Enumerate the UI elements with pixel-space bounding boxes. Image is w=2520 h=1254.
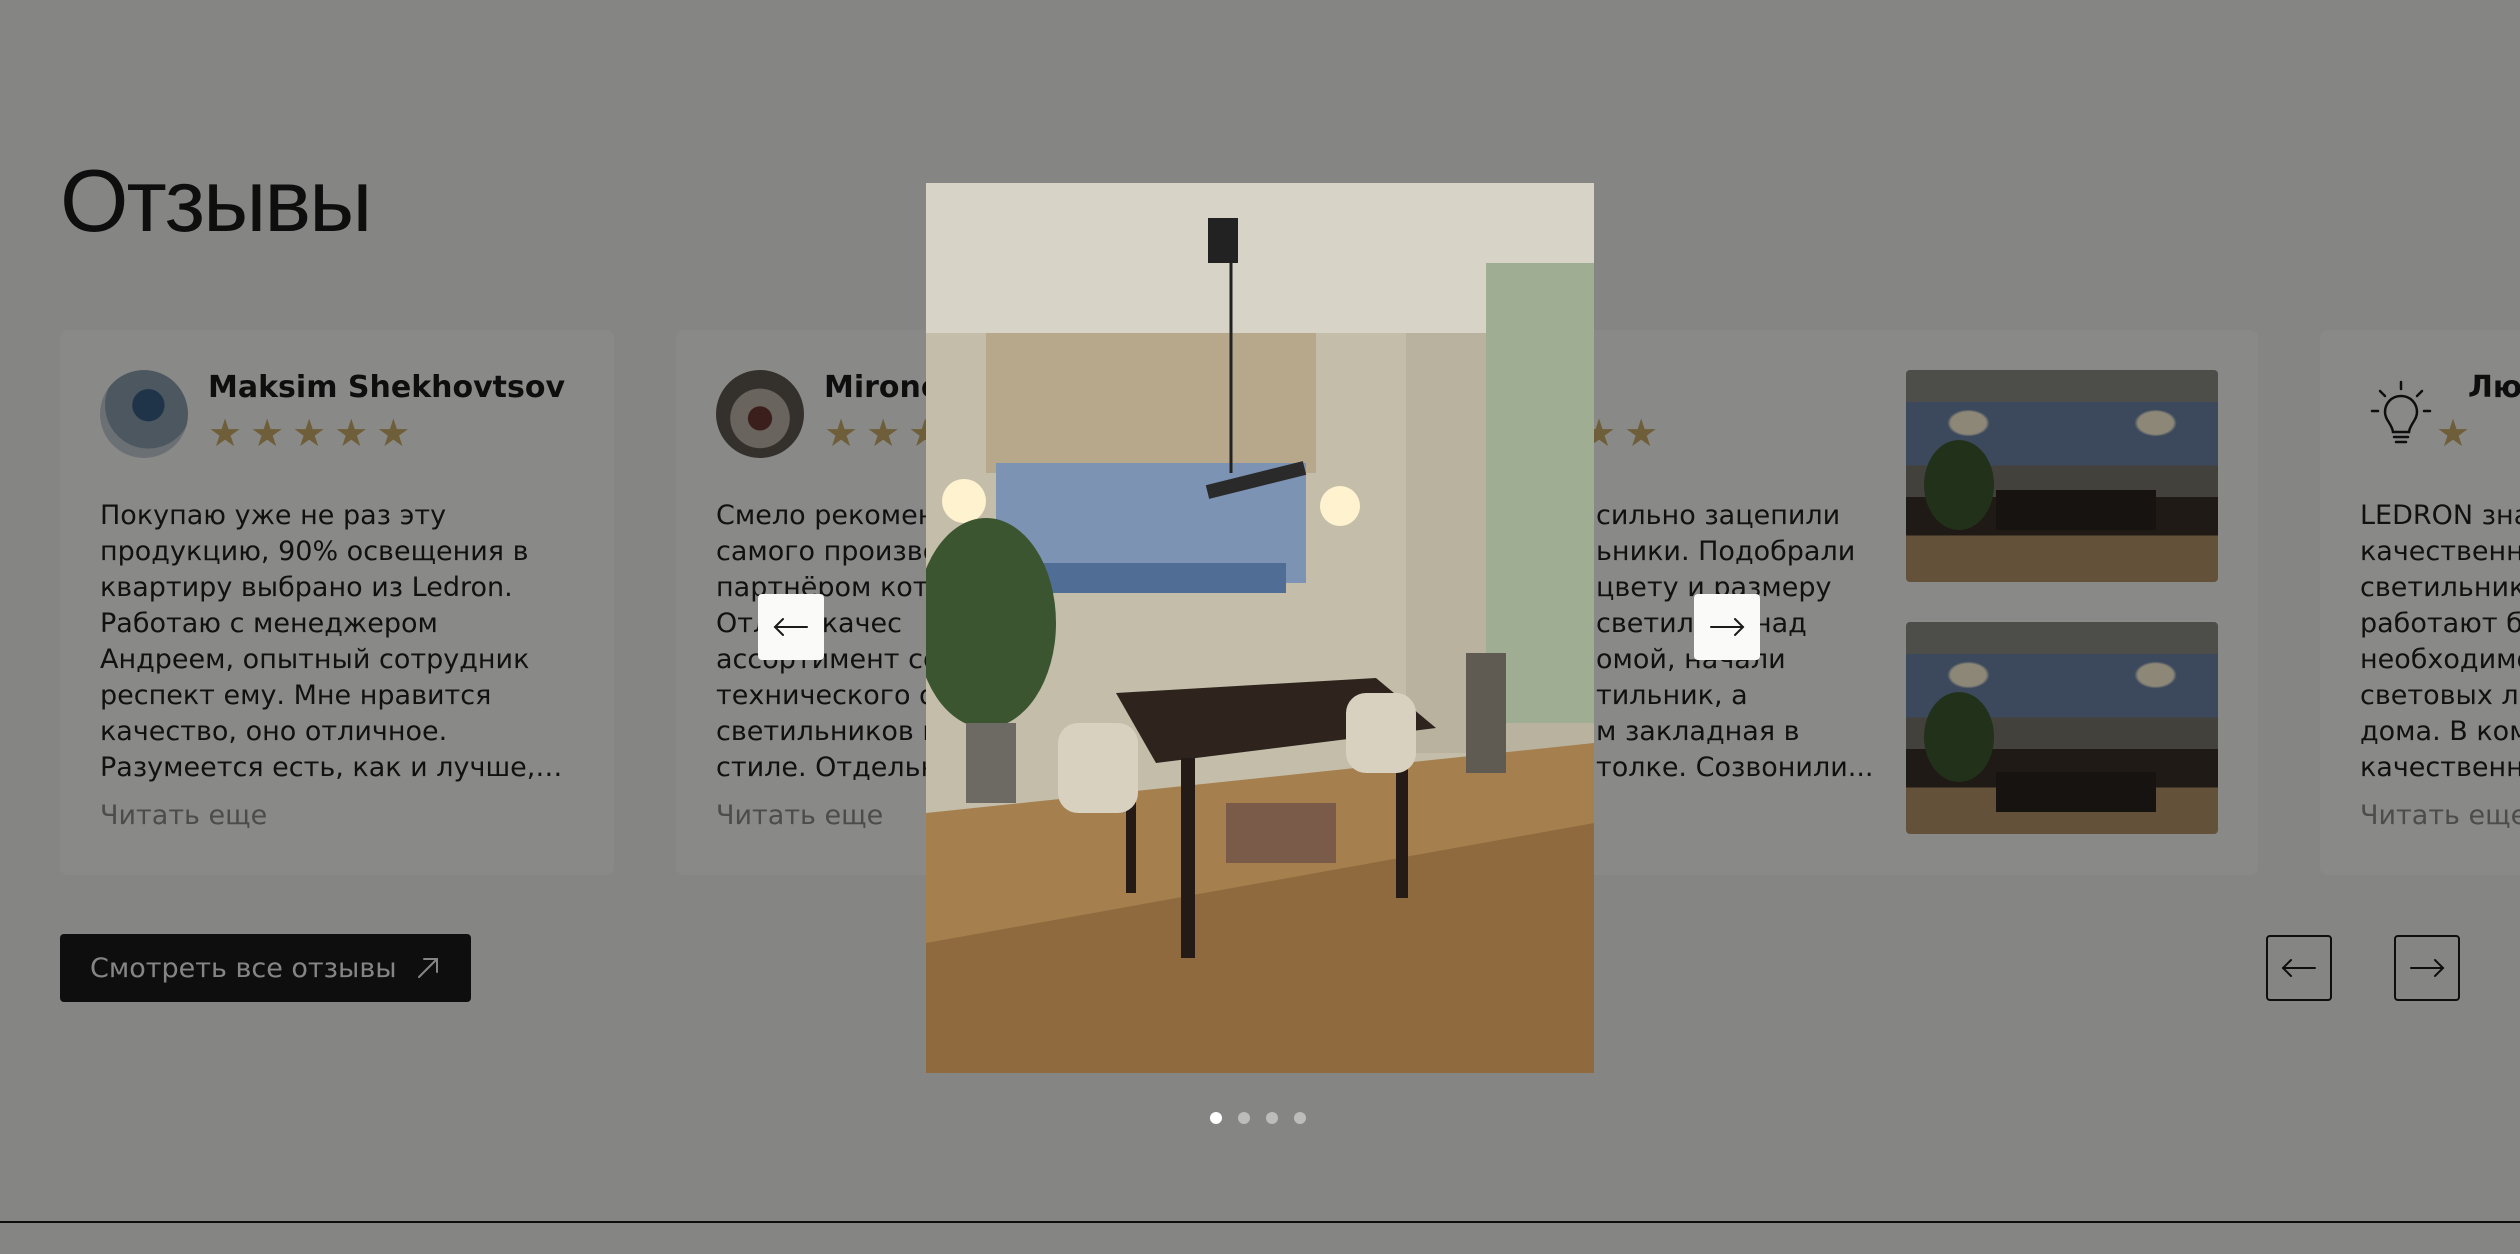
pagination-dot[interactable] xyxy=(1294,1112,1306,1124)
pagination-dot[interactable] xyxy=(1238,1112,1250,1124)
review-photo xyxy=(926,183,1594,1073)
arrow-left-icon xyxy=(773,618,808,636)
arrow-right-icon xyxy=(1710,618,1745,636)
pagination-dot[interactable] xyxy=(1210,1112,1222,1124)
lightbox-image xyxy=(926,183,1594,1073)
pagination-dot[interactable] xyxy=(1266,1112,1278,1124)
lightbox-next-button[interactable] xyxy=(1694,594,1760,660)
lightbox-prev-button[interactable] xyxy=(758,594,824,660)
slide-pagination xyxy=(1210,1112,1306,1124)
